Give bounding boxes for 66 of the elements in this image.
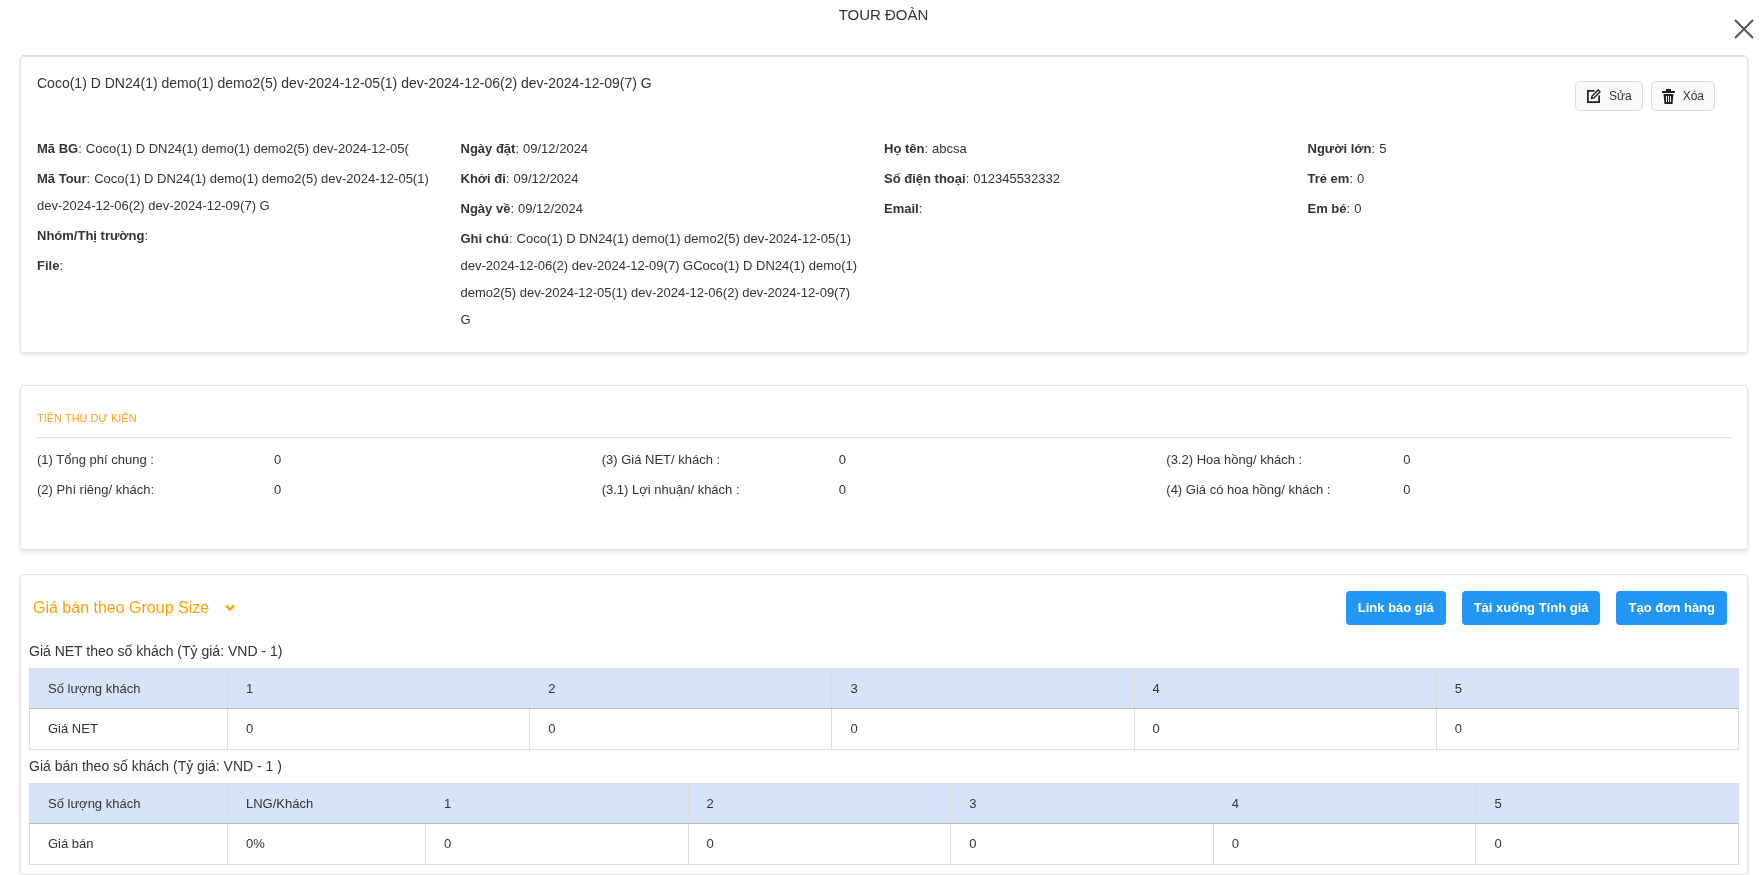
field-value: 0 [838, 451, 846, 467]
column-header: Số lượng khách [29, 668, 228, 709]
field-label: (3.1) Lợi nhuận/ khách : [601, 480, 741, 499]
field-text: Ghi chú: Coco(1) D DN24(1) demo(1) demo2(5) dev-2024-12-05(1) dev-2024-12-06(2) dev-2024-12-09(7) GCoco(1) D DN24(1) demo(1) demo2(5) dev-2024-12-05(1) dev-2024-12-06(2) dev-2024-12-09(7) G [460, 230, 859, 330]
field-text: Trẻ em: 0 [1307, 170, 1366, 189]
trash-icon [1661, 88, 1675, 104]
field-value: 0 [1403, 481, 1411, 497]
table-cell: 0 [1134, 708, 1437, 750]
table-cell: 0 [688, 823, 951, 865]
field-label: (3.2) Hoa hồng/ khách : [1166, 450, 1304, 469]
action-button[interactable]: Link báo giá [1345, 591, 1446, 625]
field-text: Khởi đi: 09/12/2024 [460, 170, 580, 189]
delete-button[interactable]: Xóa [1650, 81, 1715, 112]
table-caption: Giá bán theo số khách (Tỷ giá: VND - 1 ) [29, 756, 283, 776]
edit-button[interactable]: Sửa [1574, 81, 1643, 112]
field-text: Họ tên: abcsa [884, 140, 968, 159]
section-title: Giá bán theo Group Size [33, 598, 210, 619]
field-value: 0 [274, 451, 282, 467]
field-text: Em bé: 0 [1307, 200, 1363, 219]
section-title: TIỀN THU DỰ KIẾN [37, 410, 1731, 438]
table-cell: 0 [1475, 823, 1739, 865]
table-caption: Giá NET theo số khách (Tỷ giá: VND - 1) [29, 641, 284, 661]
column-header: 2 [529, 668, 832, 709]
field-label: (3) Giá NET/ khách : [601, 450, 722, 469]
table-cell: Giá bán [29, 823, 228, 865]
table-cell: 0 [1213, 823, 1476, 865]
field-text: Email: [884, 200, 924, 219]
column-header: 3 [950, 783, 1214, 824]
field-text: Số điện thoại: 012345532332 [884, 170, 1061, 189]
table-cell: 0% [227, 823, 426, 865]
field-value: 0 [838, 481, 846, 497]
table-cell: 0 [831, 708, 1135, 750]
field-text: Ngày đặt: 09/12/2024 [460, 140, 590, 159]
field-text: Nhóm/Thị trường: [37, 227, 150, 246]
close-icon [1733, 18, 1755, 40]
table-cell: 0 [227, 708, 530, 750]
field-value: 0 [274, 481, 282, 497]
field-label: (2) Phí riêng/ khách: [37, 480, 156, 499]
column-header: 5 [1436, 668, 1739, 709]
column-header: 4 [1213, 783, 1476, 824]
table-cell: 0 [1436, 708, 1739, 750]
action-button[interactable]: Tạo đơn hàng [1616, 591, 1727, 625]
dialog-title: TOUR ĐOÀN [837, 5, 930, 25]
field-text: Người lớn: 5 [1307, 140, 1388, 159]
column-header: 3 [831, 668, 1135, 709]
field-label: (1) Tổng phí chung : [37, 450, 155, 469]
column-header: 2 [688, 783, 951, 824]
column-header: 1 [425, 783, 689, 824]
edit-icon [1585, 88, 1601, 104]
table-cell: Giá NET [29, 708, 228, 750]
column-header: 5 [1475, 783, 1739, 824]
column-header: Số lượng khách [29, 783, 228, 824]
table-cell: 0 [425, 823, 689, 865]
table-cell: 0 [950, 823, 1214, 865]
field-text: Mã BG: Coco(1) D DN24(1) demo(1) demo2(5) dev-2024-12-05( [37, 140, 410, 159]
field-text: Ngày về: 09/12/2024 [460, 200, 585, 219]
column-header: LNG/Khách [227, 783, 426, 824]
field-text: File: [37, 257, 65, 276]
column-header: 1 [227, 668, 530, 709]
column-header: 4 [1134, 668, 1437, 709]
action-button[interactable]: Tải xuống Tính giá [1461, 591, 1601, 625]
field-text: Mã Tour: Coco(1) D DN24(1) demo(1) demo2(5) dev-2024-12-05(1) dev-2024-12-06(2) dev-2024-12-09(7) G [37, 170, 430, 216]
tour-heading: Coco(1) D DN24(1) demo(1) demo2(5) dev-2024-12-05(1) dev-2024-12-06(2) dev-2024-12-09(7) G [37, 74, 652, 94]
field-label: (4) Giá có hoa hồng/ khách : [1166, 480, 1332, 499]
field-value: 0 [1403, 451, 1411, 467]
table-cell: 0 [529, 708, 832, 750]
